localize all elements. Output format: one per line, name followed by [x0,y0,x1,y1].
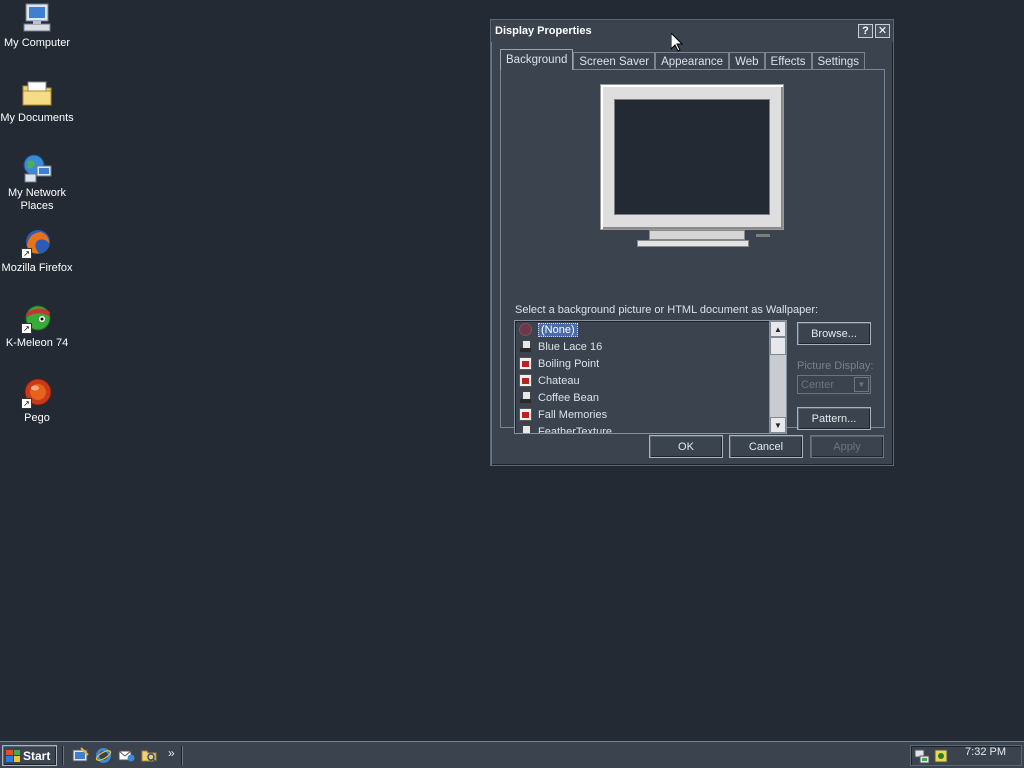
shortcut-arrow-icon: ↗ [21,323,32,334]
image-file-icon [519,425,532,433]
list-item-label: Boiling Point [538,357,600,370]
mouse-pointer-icon [670,31,684,55]
close-button[interactable]: ✕ [875,24,890,38]
taskbar: Start » 7:32 PM [0,741,1024,768]
picture-display-label: Picture Display: [797,360,874,372]
outlook-express-icon[interactable] [118,747,135,764]
kmeleon-icon: ↗ [21,302,53,334]
wallpaper-label: Select a background picture or HTML docu… [515,304,819,316]
monitor-led [756,234,770,237]
list-item-label: Coffee Bean [538,391,599,404]
chevron-down-icon: ▼ [854,377,869,392]
desktop-icon-my-network-places[interactable]: My Network Places [0,152,74,213]
start-button[interactable]: Start [2,745,57,766]
windows-explorer-icon[interactable] [141,747,158,764]
show-desktop-icon[interactable] [72,747,89,764]
network-tray-icon[interactable] [914,748,931,765]
start-label: Start [23,748,51,763]
tab-effects[interactable]: Effects [764,52,812,70]
list-item[interactable]: Boiling Point [515,355,786,372]
list-item-label: FeatherTexture [538,425,612,434]
apply-button[interactable]: Apply [810,435,884,458]
shortcut-arrow-icon: ↗ [21,398,32,409]
wallpaper-list-scrollbar[interactable]: ▲ ▼ [769,321,786,433]
list-item[interactable]: Fall Memories [515,406,786,423]
list-item-label: (None) [538,322,578,337]
monitor-preview-stand [649,230,770,240]
picture-display-value: Center [801,378,835,391]
tab-appearance[interactable]: Appearance [655,52,730,70]
network-icon [21,152,53,184]
firefox-icon: ↗ [21,227,53,259]
tab-web[interactable]: Web [729,52,765,70]
list-item[interactable]: (None) [515,321,786,338]
html-doc-icon [519,357,532,370]
desktop-icon-label: My Computer [3,37,71,49]
list-item-label: Chateau [538,374,580,387]
quick-launch-chevron-icon[interactable]: » [168,746,175,760]
cancel-button[interactable]: Cancel [729,435,803,458]
desktop-icon-label: Pego [24,412,50,424]
volume-tray-icon[interactable] [933,748,950,765]
tab-settings[interactable]: Settings [811,52,866,70]
image-file-icon [519,391,532,404]
ok-button[interactable]: OK [649,435,723,458]
desktop-icon-my-computer[interactable]: My Computer [0,2,74,50]
help-button[interactable]: ? [858,24,873,38]
html-doc-icon [519,408,532,421]
list-item[interactable]: FeatherTexture [515,423,786,434]
monitor-preview-base [637,240,749,247]
pattern-button[interactable]: Pattern... [797,407,871,430]
browse-button[interactable]: Browse... [797,322,871,345]
html-doc-icon [519,374,532,387]
pego-icon: ↗ [21,377,53,409]
monitor-preview-screen [614,99,770,215]
computer-icon [21,2,53,34]
window-titlebar[interactable]: Display Properties ? ✕ [491,20,893,42]
desktop-icon-mozilla-firefox[interactable]: ↗ Mozilla Firefox [0,227,74,275]
desktop-icon-label: My Documents [0,112,74,124]
display-properties-window: Display Properties ? ✕ Background Screen… [490,19,894,466]
scrollbar-thumb[interactable] [770,337,786,355]
scroll-down-arrow-icon[interactable]: ▼ [770,417,786,433]
desktop-icon-label-line2: Places [20,200,54,212]
picture-display-select[interactable]: Center ▼ [797,375,871,394]
list-item[interactable]: Chateau [515,372,786,389]
internet-explorer-icon[interactable] [95,747,112,764]
taskbar-separator [181,746,183,765]
clock[interactable]: 7:32 PM [965,746,1006,758]
desktop-icon-label-line1: My Network [7,187,67,199]
tab-background[interactable]: Background [500,49,574,70]
desktop-icon-my-documents[interactable]: My Documents [0,77,74,125]
scroll-up-arrow-icon[interactable]: ▲ [770,321,786,337]
desktop-icon-pego[interactable]: ↗ Pego [0,377,74,425]
windows-logo-icon [6,749,20,762]
list-item[interactable]: Blue Lace 16 [515,338,786,355]
wallpaper-list[interactable]: (None) Blue Lace 16 Boiling Point Chatea… [514,320,787,434]
desktop-icon-label: Mozilla Firefox [1,262,73,274]
desktop-icon-label: K-Meleon 74 [5,337,69,349]
list-item-label: Fall Memories [538,408,608,421]
list-item-label: Blue Lace 16 [538,340,603,353]
list-item[interactable]: Coffee Bean [515,389,786,406]
image-file-icon [519,340,532,353]
monitor-preview [600,84,784,230]
taskbar-separator [62,746,64,765]
none-icon [519,323,532,336]
folder-icon [21,77,53,109]
background-tab-panel: Select a background picture or HTML docu… [500,69,885,434]
shortcut-arrow-icon: ↗ [21,248,32,259]
desktop-icon-k-meleon[interactable]: ↗ K-Meleon 74 [0,302,74,350]
tab-screen-saver[interactable]: Screen Saver [573,52,656,70]
